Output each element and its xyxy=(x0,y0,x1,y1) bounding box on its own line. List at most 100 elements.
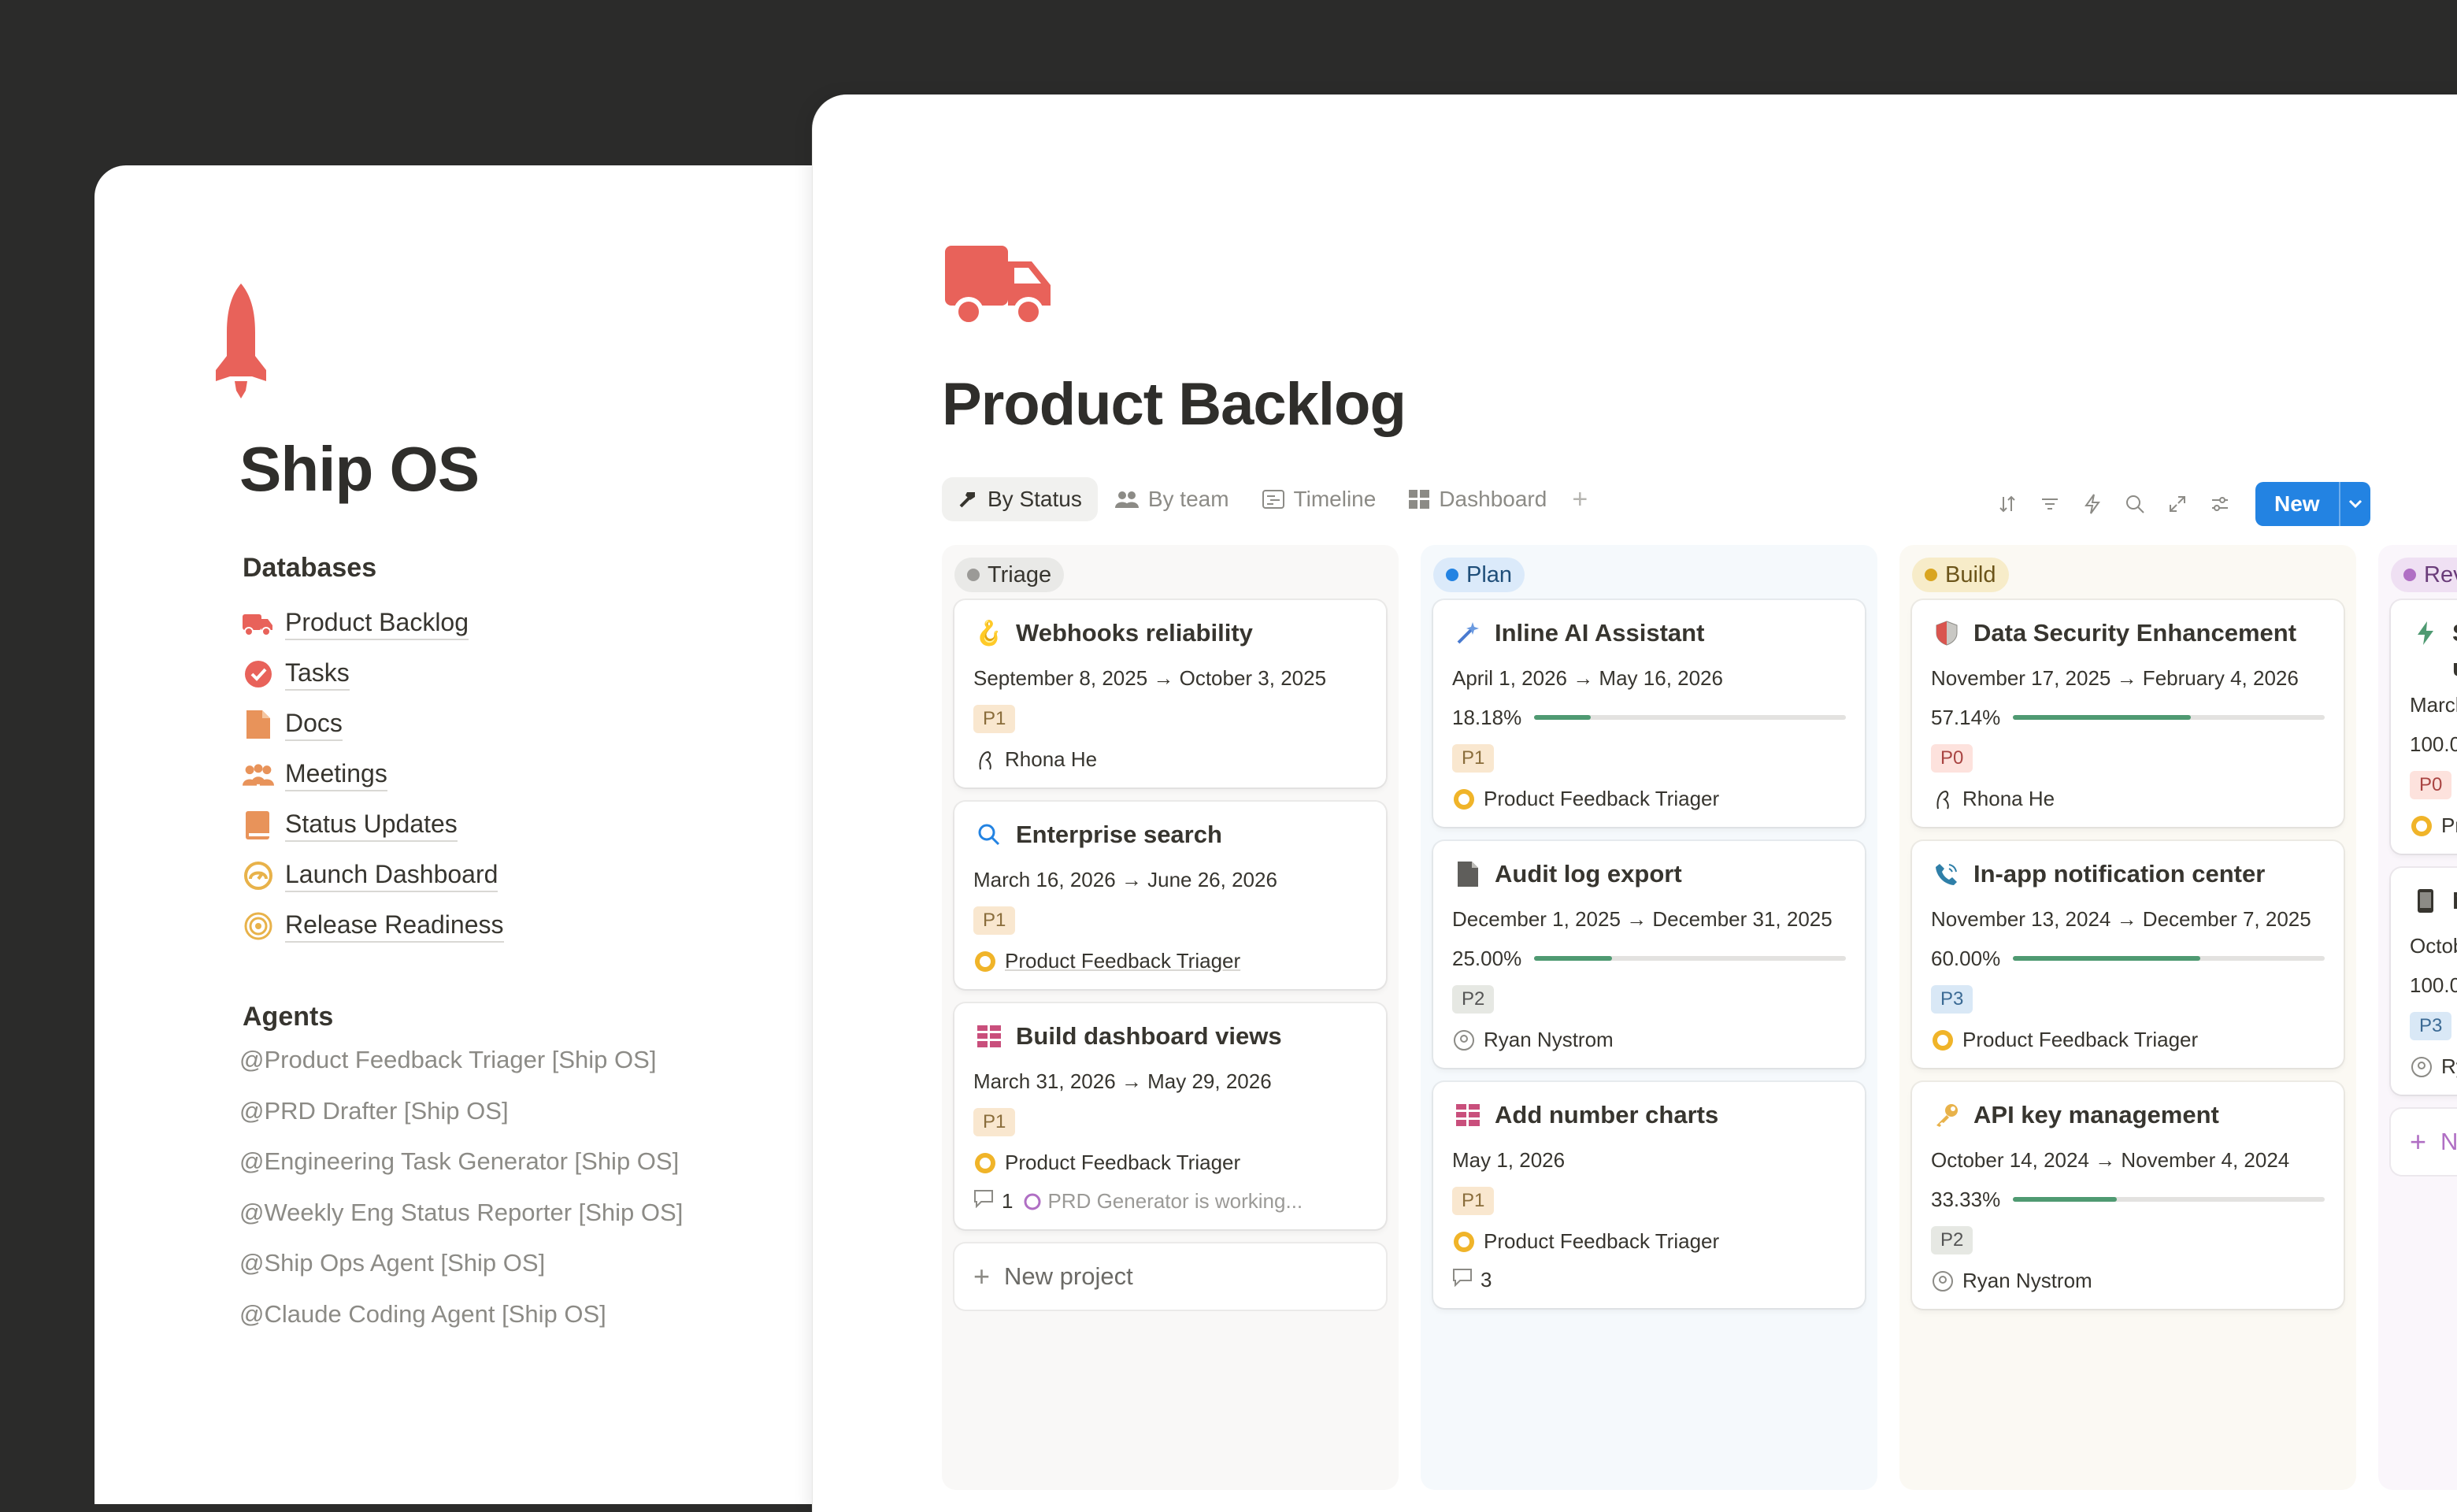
database-item-label: Launch Dashboard xyxy=(285,860,498,892)
assignee-name: Rya xyxy=(2441,1054,2457,1078)
column-header[interactable]: Build xyxy=(1912,558,2009,592)
priority-badge: P2 xyxy=(1931,1226,1973,1254)
chevron-down-icon[interactable] xyxy=(2338,482,2370,526)
progress-value: 100.00 xyxy=(2410,973,2457,997)
agent-link[interactable]: @Engineering Task Generator [Ship OS] xyxy=(239,1136,683,1188)
progress-bar xyxy=(2013,715,2325,720)
workspace-panel: Ship OS Databases Product Backlog Tasks … xyxy=(94,165,882,1504)
agent-link[interactable]: @Ship Ops Agent [Ship OS] xyxy=(239,1238,683,1289)
database-item-label: Meetings xyxy=(285,759,387,791)
new-item-button[interactable]: + Ne xyxy=(2391,1109,2457,1175)
database-item-meetings[interactable]: Meetings xyxy=(243,750,504,800)
database-item-tasks[interactable]: Tasks xyxy=(243,649,504,699)
mobile-icon xyxy=(2410,885,2441,917)
database-item-docs[interactable]: Docs xyxy=(243,699,504,750)
user-avatar-icon xyxy=(1931,788,1955,811)
column-header[interactable]: Rev xyxy=(2391,558,2457,592)
card-dates: March xyxy=(2410,693,2457,717)
tab-timeline[interactable]: Timeline xyxy=(1247,477,1392,521)
agent-avatar-icon xyxy=(973,950,997,973)
assignee-name[interactable]: Product Feedback Triager xyxy=(1005,949,1240,973)
agent-link[interactable]: @Product Feedback Triager [Ship OS] xyxy=(239,1035,683,1086)
document-icon xyxy=(243,709,274,740)
agent-link[interactable]: @Claude Coding Agent [Ship OS] xyxy=(239,1289,683,1340)
card-title: Webhooks reliability xyxy=(1016,619,1253,647)
comment-icon xyxy=(973,1189,994,1214)
databases-heading: Databases xyxy=(243,553,377,583)
database-item-release-readiness[interactable]: Release Readiness xyxy=(243,901,504,951)
tab-dashboard[interactable]: Dashboard xyxy=(1393,477,1562,521)
new-button[interactable]: New xyxy=(2255,482,2339,526)
card[interactable]: Add number charts May 1, 2026 P1 Product… xyxy=(1433,1082,1865,1308)
agents-heading: Agents xyxy=(243,1002,334,1032)
card[interactable]: Build dashboard views March 31, 2026 → M… xyxy=(954,1003,1386,1229)
database-item-label: Docs xyxy=(285,709,343,741)
target-icon xyxy=(243,910,274,942)
progress: 33.33% xyxy=(1931,1187,2325,1212)
card[interactable]: M Octob 100.00 P3 Rya xyxy=(2391,868,2457,1095)
database-item-launch-dashboard[interactable]: Launch Dashboard xyxy=(243,850,504,901)
agent-link[interactable]: @Weekly Eng Status Reporter [Ship OS] xyxy=(239,1188,683,1239)
user-avatar-icon xyxy=(973,748,997,772)
agent-status: PRD Generator is working... xyxy=(1047,1189,1303,1213)
truck-icon xyxy=(243,608,274,639)
progress-value: 18.18% xyxy=(1452,705,1522,729)
agent-link[interactable]: @PRD Drafter [Ship OS] xyxy=(239,1086,683,1137)
status-dot xyxy=(1925,569,1937,581)
board-column-plan: Plan Inline AI Assistant April 1, 2026 →… xyxy=(1421,545,1877,1490)
board-column-triage: Triage 🪝 Webhooks reliability September 8… xyxy=(942,545,1399,1490)
filter-icon[interactable] xyxy=(2029,485,2071,523)
user-avatar-icon xyxy=(1452,1028,1476,1052)
card-title-line-2: u xyxy=(2452,654,2457,682)
sort-icon[interactable] xyxy=(1986,485,2029,523)
card-title: Audit log export xyxy=(1495,860,1682,888)
progress-value: 57.14% xyxy=(1931,705,2001,729)
column-header[interactable]: Plan xyxy=(1433,558,1525,592)
card-dates: Octob xyxy=(2410,934,2457,958)
card-title: Enterprise search xyxy=(1016,821,1222,848)
database-item-product-backlog[interactable]: Product Backlog xyxy=(243,598,504,649)
card-title: API key management xyxy=(1973,1101,2219,1128)
card[interactable]: Audit log export December 1, 2025 → Dece… xyxy=(1433,841,1865,1068)
lightning-icon[interactable] xyxy=(2071,485,2114,523)
assignee-name: Rhona He xyxy=(1962,787,2055,810)
card-dates: December 1, 2025 → December 31, 2025 xyxy=(1452,907,1833,931)
board: Triage 🪝 Webhooks reliability September 8… xyxy=(942,545,2457,1490)
expand-icon[interactable] xyxy=(2156,485,2199,523)
card[interactable]: S u March 100.00 P0 Pro xyxy=(2391,600,2457,854)
search-icon xyxy=(973,819,1005,850)
card[interactable]: Inline AI Assistant April 1, 2026 → May … xyxy=(1433,600,1865,827)
bolt-icon xyxy=(2410,617,2441,649)
add-view-button[interactable]: + xyxy=(1572,484,1588,515)
agent-avatar-icon xyxy=(1452,1230,1476,1254)
database-item-status-updates[interactable]: Status Updates xyxy=(243,800,504,850)
assignee-name: Product Feedback Triager xyxy=(1005,1151,1241,1174)
search-icon[interactable] xyxy=(2114,485,2156,523)
progress: 25.00% xyxy=(1452,946,1846,971)
column-header[interactable]: Triage xyxy=(954,558,1065,592)
assignee-name: Product Feedback Triager xyxy=(1484,1229,1720,1253)
people-icon xyxy=(1114,491,1139,508)
card[interactable]: 🪝 Webhooks reliability September 8, 2025 … xyxy=(954,600,1386,788)
card-dates: November 13, 2024 → December 7, 2025 xyxy=(1931,907,2311,931)
card-dates: May 1, 2026 xyxy=(1452,1148,1566,1172)
tab-by-team[interactable]: By team xyxy=(1099,477,1245,521)
card[interactable]: Enterprise search March 16, 2026 → June … xyxy=(954,802,1386,989)
truck-icon xyxy=(945,246,1051,327)
new-project-button[interactable]: + New project xyxy=(954,1243,1386,1310)
card[interactable]: API key management October 14, 2024 → No… xyxy=(1912,1082,2344,1309)
card[interactable]: In-app notification center November 13, … xyxy=(1912,841,2344,1068)
card[interactable]: Data Security Enhancement November 17, 2… xyxy=(1912,600,2344,827)
hook-icon: 🪝 xyxy=(974,620,1004,647)
tab-label: By Status xyxy=(988,487,1082,511)
tab-by-status[interactable]: By Status xyxy=(942,477,1098,521)
assignee-name: Rhona He xyxy=(1005,747,1098,771)
card-dates: April 1, 2026 → May 16, 2026 xyxy=(1452,666,1723,690)
settings-sliders-icon[interactable] xyxy=(2199,485,2241,523)
agent-working-icon xyxy=(1024,1193,1041,1210)
comment-count: 3 xyxy=(1480,1268,1492,1292)
status-dot xyxy=(967,569,980,581)
agent-avatar-icon xyxy=(1931,1028,1955,1052)
page-title: Product Backlog xyxy=(942,371,1406,438)
progress-value: 100.00 xyxy=(2410,732,2457,756)
